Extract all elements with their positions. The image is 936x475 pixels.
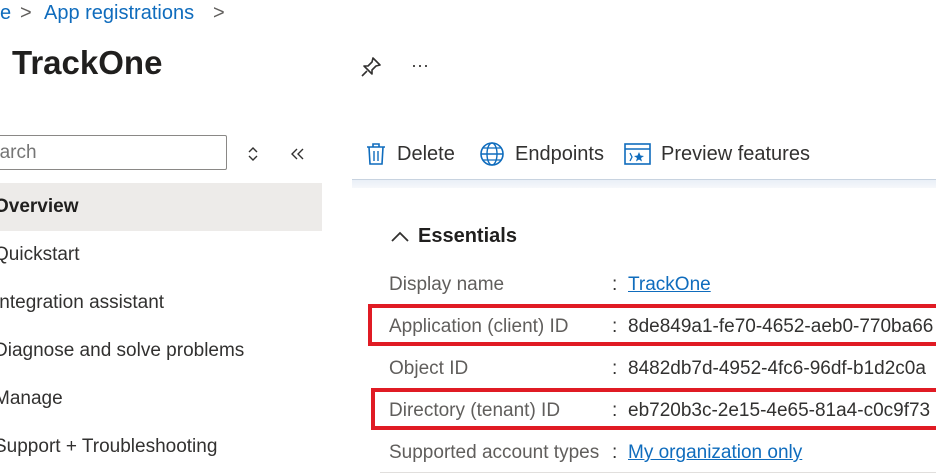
display-name-link[interactable]: TrackOne <box>628 274 711 296</box>
delete-label: Delete <box>397 142 455 165</box>
property-colon: : <box>612 400 618 421</box>
sidebar-item-label: Support + Troubleshooting <box>0 436 218 457</box>
breadcrumb-separator: > <box>213 2 225 24</box>
sidebar-item-diagnose[interactable]: Diagnose and solve problems <box>0 327 322 375</box>
tenant-id-label: Directory (tenant) ID <box>389 400 561 421</box>
client-id-label: Application (client) ID <box>389 316 569 337</box>
sidebar-item-manage[interactable]: Manage <box>0 375 322 423</box>
client-id-value[interactable]: 8de849a1-fe70-4652-aeb0-770ba66 <box>628 316 933 338</box>
preview-features-icon <box>624 143 651 165</box>
delete-button[interactable]: Delete <box>365 136 455 172</box>
sidebar-item-integration-assistant[interactable]: Integration assistant <box>0 279 322 327</box>
preview-features-label: Preview features <box>661 142 810 165</box>
row-divider <box>380 472 936 473</box>
sidebar-item-quickstart[interactable]: Quickstart <box>0 231 322 279</box>
tenant-id-value[interactable]: eb720b3c-2e15-4e65-81a4-c0c9f73 <box>628 400 930 422</box>
object-id-value[interactable]: 8482db7d-4952-4fc6-96df-b1d2c0a <box>628 358 926 380</box>
sidebar-item-label: Diagnose and solve problems <box>0 340 245 361</box>
sidebar-item-label: Manage <box>0 388 63 409</box>
toolbar-divider <box>352 179 936 188</box>
sidebar-item-label: Overview <box>0 196 79 217</box>
sidebar-item-support[interactable]: Support + Troubleshooting <box>0 423 322 471</box>
more-options-button[interactable]: ··· <box>405 52 435 78</box>
breadcrumb-separator: > <box>20 2 32 24</box>
sort-icon[interactable] <box>243 143 263 165</box>
object-id-label: Object ID <box>389 358 469 379</box>
search-box[interactable] <box>0 135 227 170</box>
pin-icon[interactable] <box>358 54 384 80</box>
preview-features-button[interactable]: Preview features <box>624 136 810 172</box>
property-colon: : <box>612 442 618 463</box>
property-colon: : <box>612 316 618 337</box>
property-colon: : <box>612 358 618 379</box>
endpoints-label: Endpoints <box>515 142 604 165</box>
essentials-toggle[interactable]: Essentials <box>390 225 517 248</box>
page-title: TrackOne <box>12 44 163 81</box>
account-types-label: Supported account types <box>389 442 600 463</box>
chevron-up-icon <box>391 231 409 242</box>
globe-icon <box>480 142 504 166</box>
property-colon: : <box>612 274 618 295</box>
sidebar-item-label: Integration assistant <box>0 292 165 313</box>
breadcrumb-home-link[interactable]: e <box>0 2 11 25</box>
account-types-link[interactable]: My organization only <box>628 442 802 464</box>
collapse-sidebar-icon[interactable] <box>286 143 308 165</box>
essentials-heading: Essentials <box>418 225 517 247</box>
display-name-label: Display name <box>389 274 505 295</box>
trash-icon <box>367 143 385 165</box>
breadcrumb-app-registrations-link[interactable]: App registrations <box>44 2 194 25</box>
endpoints-button[interactable]: Endpoints <box>479 136 604 172</box>
sidebar-item-overview[interactable]: Overview <box>0 183 322 231</box>
search-input[interactable] <box>0 136 216 169</box>
sidebar-item-label: Quickstart <box>0 244 80 265</box>
